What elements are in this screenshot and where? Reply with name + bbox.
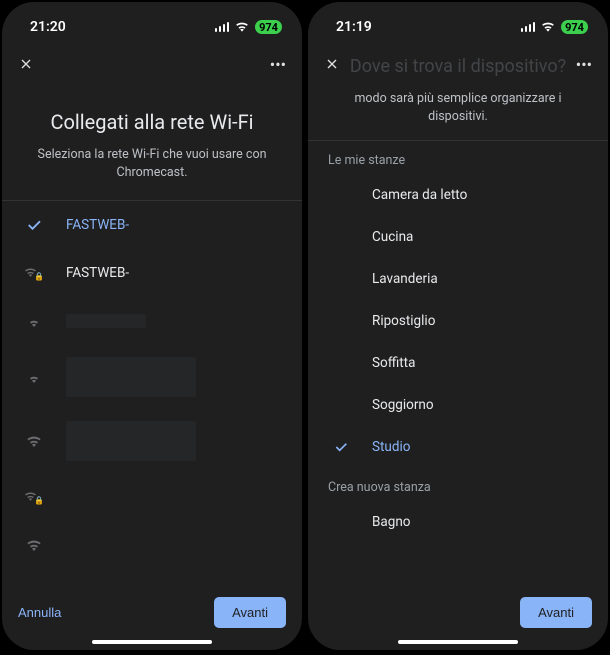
footer: Avanti bbox=[308, 585, 608, 638]
wifi-icon bbox=[24, 315, 44, 327]
battery-badge: 974 bbox=[255, 20, 282, 34]
section-create-room: Crea nuova stanza bbox=[308, 468, 608, 501]
status-time: 21:20 bbox=[30, 19, 66, 35]
room-name: Studio bbox=[372, 439, 410, 455]
room-name: Soffitta bbox=[372, 355, 415, 371]
masked-name bbox=[66, 421, 196, 461]
room-item[interactable]: Soggiorno bbox=[308, 384, 608, 426]
network-item[interactable] bbox=[2, 297, 302, 345]
room-item[interactable]: Bagno bbox=[308, 501, 608, 543]
room-item[interactable]: Camera da letto bbox=[308, 174, 608, 216]
room-screen: 21:19 974 Dove si trova il dispositivo? … bbox=[308, 2, 608, 650]
cellular-icon bbox=[215, 22, 230, 32]
room-name: Cucina bbox=[372, 229, 413, 245]
next-button[interactable]: Avanti bbox=[520, 597, 592, 628]
room-item[interactable]: Lavanderia bbox=[308, 258, 608, 300]
nav-bar: ••• bbox=[2, 44, 302, 84]
status-bar: 21:20 974 bbox=[2, 2, 302, 44]
masked-name bbox=[66, 357, 196, 397]
network-item[interactable]: 🔒 bbox=[2, 473, 302, 521]
network-item[interactable] bbox=[2, 345, 302, 409]
network-name: FASTWEB- bbox=[66, 265, 129, 281]
network-list[interactable]: FASTWEB- 🔒 FASTWEB- 🔒 bbox=[2, 201, 302, 584]
network-item[interactable] bbox=[2, 521, 302, 569]
status-right: 974 bbox=[521, 20, 588, 34]
close-button[interactable] bbox=[18, 56, 34, 72]
wifi-icon bbox=[24, 371, 44, 383]
wifi-icon bbox=[24, 539, 44, 551]
room-name: Ripostiglio bbox=[372, 313, 435, 329]
room-name: Lavanderia bbox=[372, 271, 438, 287]
footer: Annulla Avanti bbox=[2, 585, 302, 638]
page-subtitle: Seleziona la rete Wi-Fi che vuoi usare c… bbox=[20, 146, 284, 182]
room-list[interactable]: Le mie stanze Camera da letto Cucina Lav… bbox=[308, 141, 608, 584]
network-item[interactable]: FASTWEB- bbox=[2, 201, 302, 249]
room-name: Bagno bbox=[372, 514, 411, 530]
section-my-rooms: Le mie stanze bbox=[308, 141, 608, 174]
wifi-status-icon bbox=[541, 20, 555, 34]
close-button[interactable] bbox=[324, 56, 340, 72]
wifi-lock-icon: 🔒 bbox=[24, 266, 44, 281]
header-block: Collegati alla rete Wi-Fi Seleziona la r… bbox=[2, 84, 302, 200]
network-item[interactable]: 🔒 FASTWEB- bbox=[2, 249, 302, 297]
battery-badge: 974 bbox=[561, 20, 588, 34]
room-name: Soggiorno bbox=[372, 397, 434, 413]
page-title: Collegati alla rete Wi-Fi bbox=[20, 110, 284, 134]
page-subtitle: modo sarà più semplice organizzare i dis… bbox=[308, 84, 608, 140]
masked-name bbox=[66, 314, 146, 328]
status-right: 974 bbox=[215, 20, 282, 34]
check-icon bbox=[24, 216, 44, 234]
cancel-button[interactable]: Annulla bbox=[18, 605, 61, 620]
status-bar: 21:19 974 bbox=[308, 2, 608, 44]
next-button[interactable]: Avanti bbox=[214, 597, 286, 628]
more-button[interactable]: ••• bbox=[576, 55, 592, 74]
more-button[interactable]: ••• bbox=[270, 55, 286, 74]
home-indicator[interactable] bbox=[398, 640, 518, 645]
nav-bar: ••• bbox=[308, 44, 608, 84]
home-indicator[interactable] bbox=[92, 640, 212, 645]
wifi-icon bbox=[24, 435, 44, 447]
cellular-icon bbox=[521, 22, 536, 32]
network-item[interactable] bbox=[2, 409, 302, 473]
room-name: Camera da letto bbox=[372, 187, 467, 203]
status-time: 21:19 bbox=[336, 19, 372, 35]
room-item[interactable]: Cucina bbox=[308, 216, 608, 258]
room-item[interactable]: Soffitta bbox=[308, 342, 608, 384]
check-icon bbox=[332, 439, 350, 455]
wifi-screen: 21:20 974 ••• Collegati alla rete Wi-Fi … bbox=[2, 2, 302, 650]
room-item[interactable]: Studio bbox=[308, 426, 608, 468]
room-item[interactable]: Ripostiglio bbox=[308, 300, 608, 342]
wifi-status-icon bbox=[235, 20, 249, 34]
network-name: FASTWEB- bbox=[66, 217, 129, 233]
wifi-lock-icon: 🔒 bbox=[24, 490, 44, 505]
